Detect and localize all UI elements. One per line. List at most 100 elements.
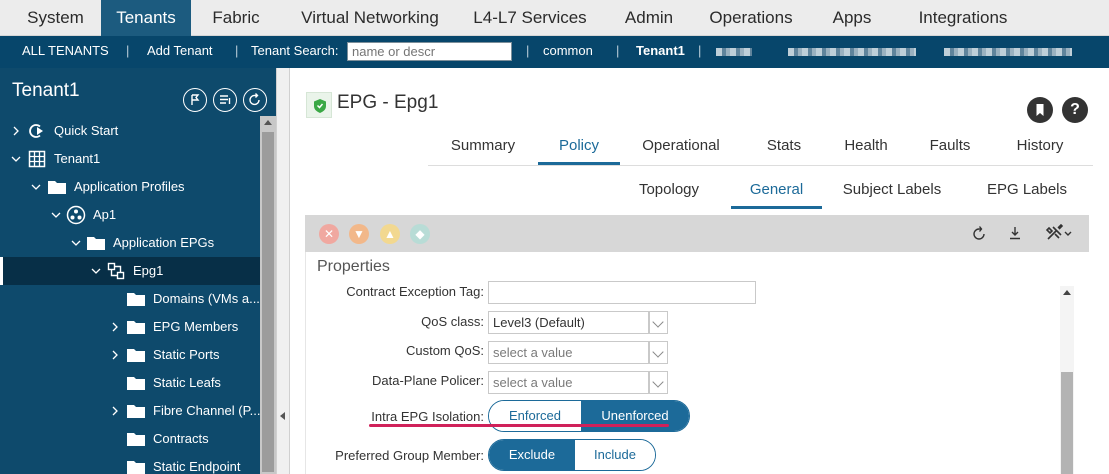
refresh-icon[interactable]: [243, 88, 267, 112]
tab-operations[interactable]: Operations: [696, 0, 806, 36]
bookmark-button[interactable]: [1027, 97, 1053, 123]
contract-exception-tag-input[interactable]: [488, 281, 756, 304]
qos-class-select[interactable]: Level3 (Default): [488, 311, 649, 334]
tree-item-tenant1[interactable]: Tenant1: [0, 145, 260, 173]
exclude-option[interactable]: Exclude: [489, 440, 575, 470]
tenant-link-current[interactable]: Tenant1: [636, 36, 685, 66]
download-icon[interactable]: [1007, 224, 1023, 247]
redacted-tenant-link[interactable]: [788, 48, 916, 56]
bookmark-icon: [1036, 104, 1044, 116]
policy-tabs: Summary Policy Operational Stats Health …: [428, 132, 1093, 166]
tab-system[interactable]: System: [0, 0, 111, 36]
application-profile-icon: [66, 205, 86, 225]
tools-icon[interactable]: [1045, 223, 1075, 247]
critical-fault-icon[interactable]: ✕: [319, 224, 339, 244]
tab-admin[interactable]: Admin: [612, 0, 686, 36]
tree-item-static-endpoint[interactable]: Static Endpoint: [0, 453, 260, 474]
refresh-icon[interactable]: [971, 224, 987, 247]
tree-item-static-ports[interactable]: Static Ports: [0, 341, 260, 369]
properties-scrollbar[interactable]: [1060, 286, 1074, 474]
subtab-subject-labels[interactable]: Subject Labels: [832, 176, 952, 209]
major-fault-icon[interactable]: ▼: [349, 224, 369, 244]
data-plane-policer-dropdown-chevron-icon[interactable]: [649, 371, 668, 394]
add-tenant-link[interactable]: Add Tenant: [147, 36, 213, 66]
qos-class-dropdown-chevron-icon[interactable]: [649, 311, 668, 334]
include-option[interactable]: Include: [575, 440, 655, 470]
tab-l4-l7-services[interactable]: L4-L7 Services: [460, 0, 600, 36]
separator: |: [126, 43, 130, 58]
tenant-search-input[interactable]: [347, 42, 512, 61]
tree-item-application-profiles[interactable]: Application Profiles: [0, 173, 260, 201]
folder-icon: [126, 374, 146, 392]
subtab-epg-labels[interactable]: EPG Labels: [962, 176, 1092, 209]
tree-item-application-epgs[interactable]: Application EPGs: [0, 229, 260, 257]
tab-health[interactable]: Health: [826, 132, 906, 165]
preferred-group-member-toggle: Exclude Include: [488, 439, 656, 471]
tree-item-label: Contracts: [153, 431, 209, 446]
tree-item-label: Application Profiles: [74, 179, 185, 194]
data-plane-policer-select[interactable]: select a value: [488, 371, 649, 394]
separator: |: [235, 43, 239, 58]
folder-icon: [126, 458, 146, 474]
warning-fault-icon[interactable]: ◆: [410, 224, 430, 244]
tab-faults[interactable]: Faults: [908, 132, 992, 165]
all-tenants-link[interactable]: ALL TENANTS: [22, 36, 109, 66]
properties-heading: Properties: [317, 258, 390, 275]
tab-policy[interactable]: Policy: [538, 132, 620, 165]
separator: |: [526, 43, 530, 58]
subtab-topology[interactable]: Topology: [620, 176, 718, 209]
tenant-link-common[interactable]: common: [543, 36, 593, 66]
folder-icon: [47, 178, 67, 196]
tree-item-label: Static Ports: [153, 347, 220, 362]
list-icon[interactable]: [213, 88, 237, 112]
custom-qos-select[interactable]: select a value: [488, 341, 649, 364]
page-title: EPG - Epg1: [337, 92, 439, 113]
tab-fabric[interactable]: Fabric: [195, 0, 277, 36]
tab-stats[interactable]: Stats: [744, 132, 824, 165]
tab-tenants[interactable]: Tenants: [101, 0, 191, 36]
tree-item-epg-members[interactable]: EPG Members: [0, 313, 260, 341]
scroll-up-arrow-icon[interactable]: [1063, 290, 1071, 295]
tab-history[interactable]: History: [994, 132, 1086, 165]
tab-operational[interactable]: Operational: [624, 132, 738, 165]
folder-icon: [86, 234, 106, 252]
flag-icon[interactable]: [183, 88, 207, 112]
tree-item-fibre-channel[interactable]: Fibre Channel (P...: [0, 397, 260, 425]
separator: |: [616, 43, 620, 58]
tree-item-quick-start[interactable]: Quick Start: [0, 117, 260, 145]
tree-item-epg1[interactable]: Epg1: [0, 257, 260, 285]
question-mark-icon: ?: [1070, 101, 1080, 118]
tab-summary[interactable]: Summary: [428, 132, 538, 165]
folder-icon: [126, 290, 146, 308]
scroll-up-arrow-icon[interactable]: [264, 120, 272, 125]
tab-apps[interactable]: Apps: [820, 0, 884, 36]
subtab-general[interactable]: General: [731, 176, 822, 209]
sidebar: Tenant1 Quick Start Tenant1 Application …: [0, 68, 276, 474]
tree-item-domains[interactable]: Domains (VMs a...: [0, 285, 260, 313]
tree-item-label: Domains (VMs a...: [153, 291, 260, 306]
tab-integrations[interactable]: Integrations: [904, 0, 1022, 36]
properties-toolbar: ✕ ▼ ▲ ◆: [305, 215, 1089, 252]
minor-fault-icon[interactable]: ▲: [380, 224, 400, 244]
tree-item-contracts[interactable]: Contracts: [0, 425, 260, 453]
folder-icon: [126, 318, 146, 336]
collapse-arrow-icon[interactable]: [280, 412, 285, 420]
custom-qos-label: Custom QoS:: [405, 343, 484, 358]
intra-epg-isolation-label: Intra EPG Isolation:: [371, 409, 484, 424]
scrollbar-thumb[interactable]: [1061, 372, 1073, 474]
tree-item-label: Quick Start: [54, 123, 119, 138]
data-plane-policer-label: Data-Plane Policer:: [372, 373, 484, 388]
pane-divider[interactable]: [276, 68, 290, 474]
general-subtabs: Topology General Subject Labels EPG Labe…: [620, 176, 1093, 210]
redacted-tenant-link[interactable]: [716, 48, 752, 56]
sidebar-scrollbar[interactable]: [260, 116, 276, 474]
redacted-tenant-link[interactable]: [944, 48, 1072, 56]
folder-icon: [126, 346, 146, 364]
help-button[interactable]: ?: [1062, 97, 1088, 123]
tree-item-label: Static Endpoint: [153, 459, 241, 474]
custom-qos-dropdown-chevron-icon[interactable]: [649, 341, 668, 364]
scrollbar-thumb[interactable]: [262, 132, 274, 472]
tree-item-static-leafs[interactable]: Static Leafs: [0, 369, 260, 397]
tab-virtual-networking[interactable]: Virtual Networking: [288, 0, 452, 36]
tree-item-ap1[interactable]: Ap1: [0, 201, 260, 229]
